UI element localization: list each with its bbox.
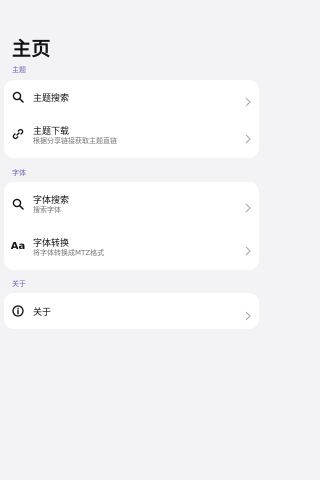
link-icon	[12, 128, 24, 140]
chevron-right-icon	[245, 241, 251, 256]
font-convert-subtitle: 将字体转换成MTZ格式	[33, 249, 105, 257]
theme-download-subtitle: 根据分享链接获取主题直链	[33, 137, 117, 145]
section-header-font: 字体	[12, 169, 26, 177]
chevron-right-icon	[245, 92, 251, 107]
theme-search-item[interactable]: 主题搜索	[4, 80, 259, 114]
theme-card: 主题搜索 主题下载 根据分享链接获取主题直链	[4, 80, 259, 158]
font-search-subtitle: 搜索字体	[33, 206, 61, 214]
about-label: 关于	[33, 308, 52, 318]
font-aa-icon: Aa	[10, 241, 26, 252]
chevron-right-icon	[245, 198, 251, 213]
chevron-right-icon	[245, 129, 251, 144]
section-header-theme: 主题	[12, 66, 26, 74]
search-icon	[12, 91, 24, 103]
font-card: 字体搜索 搜索字体 Aa 字体转换 将字体转换成MTZ格式	[4, 182, 259, 270]
page-title: 主页	[12, 38, 52, 60]
font-search-item[interactable]: 字体搜索 搜索字体	[4, 186, 259, 220]
theme-download-item[interactable]: 主题下载 根据分享链接获取主题直链	[4, 119, 259, 153]
search-icon	[12, 198, 24, 210]
theme-search-label: 主题搜索	[33, 94, 70, 104]
font-convert-item[interactable]: Aa 字体转换 将字体转换成MTZ格式	[4, 229, 259, 263]
section-header-about: 关于	[12, 280, 26, 288]
info-icon	[12, 305, 24, 317]
about-card: 关于	[4, 293, 259, 329]
chevron-right-icon	[245, 306, 251, 321]
about-item[interactable]: 关于	[4, 294, 259, 328]
